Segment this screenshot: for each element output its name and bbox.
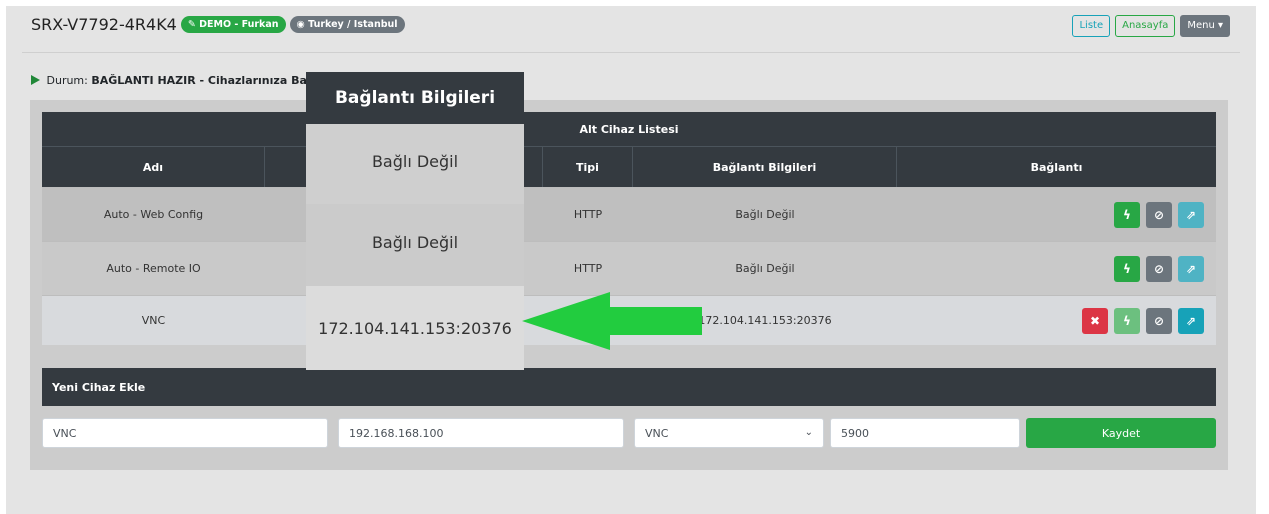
new-device-header: Yeni Cihaz Ekle [42, 368, 1216, 406]
overlay-cell: Bağlı Değil [306, 204, 524, 286]
table-row: Auto - Remote IO HTTP Bağlı Değil ϟ ⊘ ⇗ [42, 241, 1216, 295]
row-info: Bağlı Değil [735, 208, 795, 221]
row-type: HTTP [573, 262, 603, 275]
location-badge: ◉ Turkey / Istanbul [289, 16, 405, 33]
header-buttons: Liste Anasayfa Menu ▾ [1072, 15, 1230, 37]
zoom-overlay: Bağlantı Bilgileri Bağlı Değil Bağlı Değ… [306, 72, 524, 370]
page: SRX-V7792-4R4K4 ✎ DEMO - Furkan ◉ Turkey… [6, 6, 1256, 514]
ban-icon[interactable]: ⊘ [1146, 201, 1172, 228]
table-row: Auto - Web Config HTTP Bağlı Değil ϟ ⊘ ⇗ [42, 187, 1216, 241]
row-actions: ϟ ⊘ ⇗ [897, 188, 1216, 241]
demo-badge[interactable]: ✎ DEMO - Furkan [180, 16, 286, 33]
status-value: BAĞLANTI HAZIR - Cihazlarınıza Bağl [91, 74, 319, 87]
col-connection-info: Bağlantı Bilgileri [633, 147, 897, 187]
liste-button[interactable]: Liste [1072, 15, 1111, 37]
new-device-form: VNC 192.168.168.100 VNC ⌄ 5900 Kaydet [42, 418, 1216, 448]
device-type-value: VNC [645, 426, 669, 440]
ban-icon[interactable]: ⊘ [1146, 307, 1172, 334]
col-name: Adı [42, 147, 265, 187]
ban-icon[interactable]: ⊘ [1146, 255, 1172, 282]
table-header: Adı Tipi Bağlantı Bilgileri Bağlantı [42, 146, 1216, 187]
row-type: HTTP [573, 208, 603, 221]
save-button[interactable]: Kaydet [1026, 418, 1216, 448]
device-id: SRX-V7792-4R4K4 [31, 15, 177, 34]
device-ip-input[interactable]: 192.168.168.100 [338, 418, 624, 448]
close-icon[interactable]: ✖ [1082, 307, 1108, 334]
bolt-icon[interactable]: ϟ [1114, 307, 1140, 334]
arrow-left-icon [522, 292, 702, 350]
col-connection: Bağlantı [1030, 160, 1083, 174]
row-actions: ϟ ⊘ ⇗ [897, 242, 1216, 295]
row-actions: ✖ ϟ ⊘ ⇗ [897, 296, 1216, 345]
table-caption: Alt Cihaz Listesi [42, 112, 1216, 146]
bolt-icon[interactable]: ϟ [1114, 201, 1140, 228]
device-port-input[interactable]: 5900 [830, 418, 1020, 448]
anasayfa-button[interactable]: Anasayfa [1115, 15, 1176, 37]
external-link-icon[interactable]: ⇗ [1178, 201, 1204, 228]
menu-button[interactable]: Menu ▾ [1180, 15, 1230, 37]
external-link-icon[interactable]: ⇗ [1178, 307, 1204, 334]
external-link-icon[interactable]: ⇗ [1178, 255, 1204, 282]
status-label: Durum: [46, 74, 88, 87]
row-name: Auto - Remote IO [106, 262, 201, 275]
status-line: Durum: BAĞLANTI HAZIR - Cihazlarınıza Ba… [31, 74, 319, 87]
device-card: Alt Cihaz Listesi Adı Tipi Bağlantı Bilg… [30, 100, 1228, 470]
col-type: Tipi [543, 147, 633, 187]
play-icon [31, 75, 40, 85]
overlay-cell-highlight: 172.104.141.153:20376 [306, 286, 524, 370]
chevron-down-icon: ⌄ [804, 427, 813, 438]
device-name-input[interactable]: VNC [42, 418, 328, 448]
device-type-select[interactable]: VNC ⌄ [634, 418, 824, 448]
overlay-title: Bağlantı Bilgileri [306, 72, 524, 124]
bolt-icon[interactable]: ϟ [1114, 255, 1140, 282]
row-name: VNC [141, 314, 166, 327]
page-title: SRX-V7792-4R4K4 ✎ DEMO - Furkan ◉ Turkey… [31, 15, 405, 34]
overlay-cell: Bağlı Değil [306, 124, 524, 204]
row-info: Bağlı Değil [735, 262, 795, 275]
row-name: Auto - Web Config [103, 208, 204, 221]
header-divider [22, 52, 1240, 53]
